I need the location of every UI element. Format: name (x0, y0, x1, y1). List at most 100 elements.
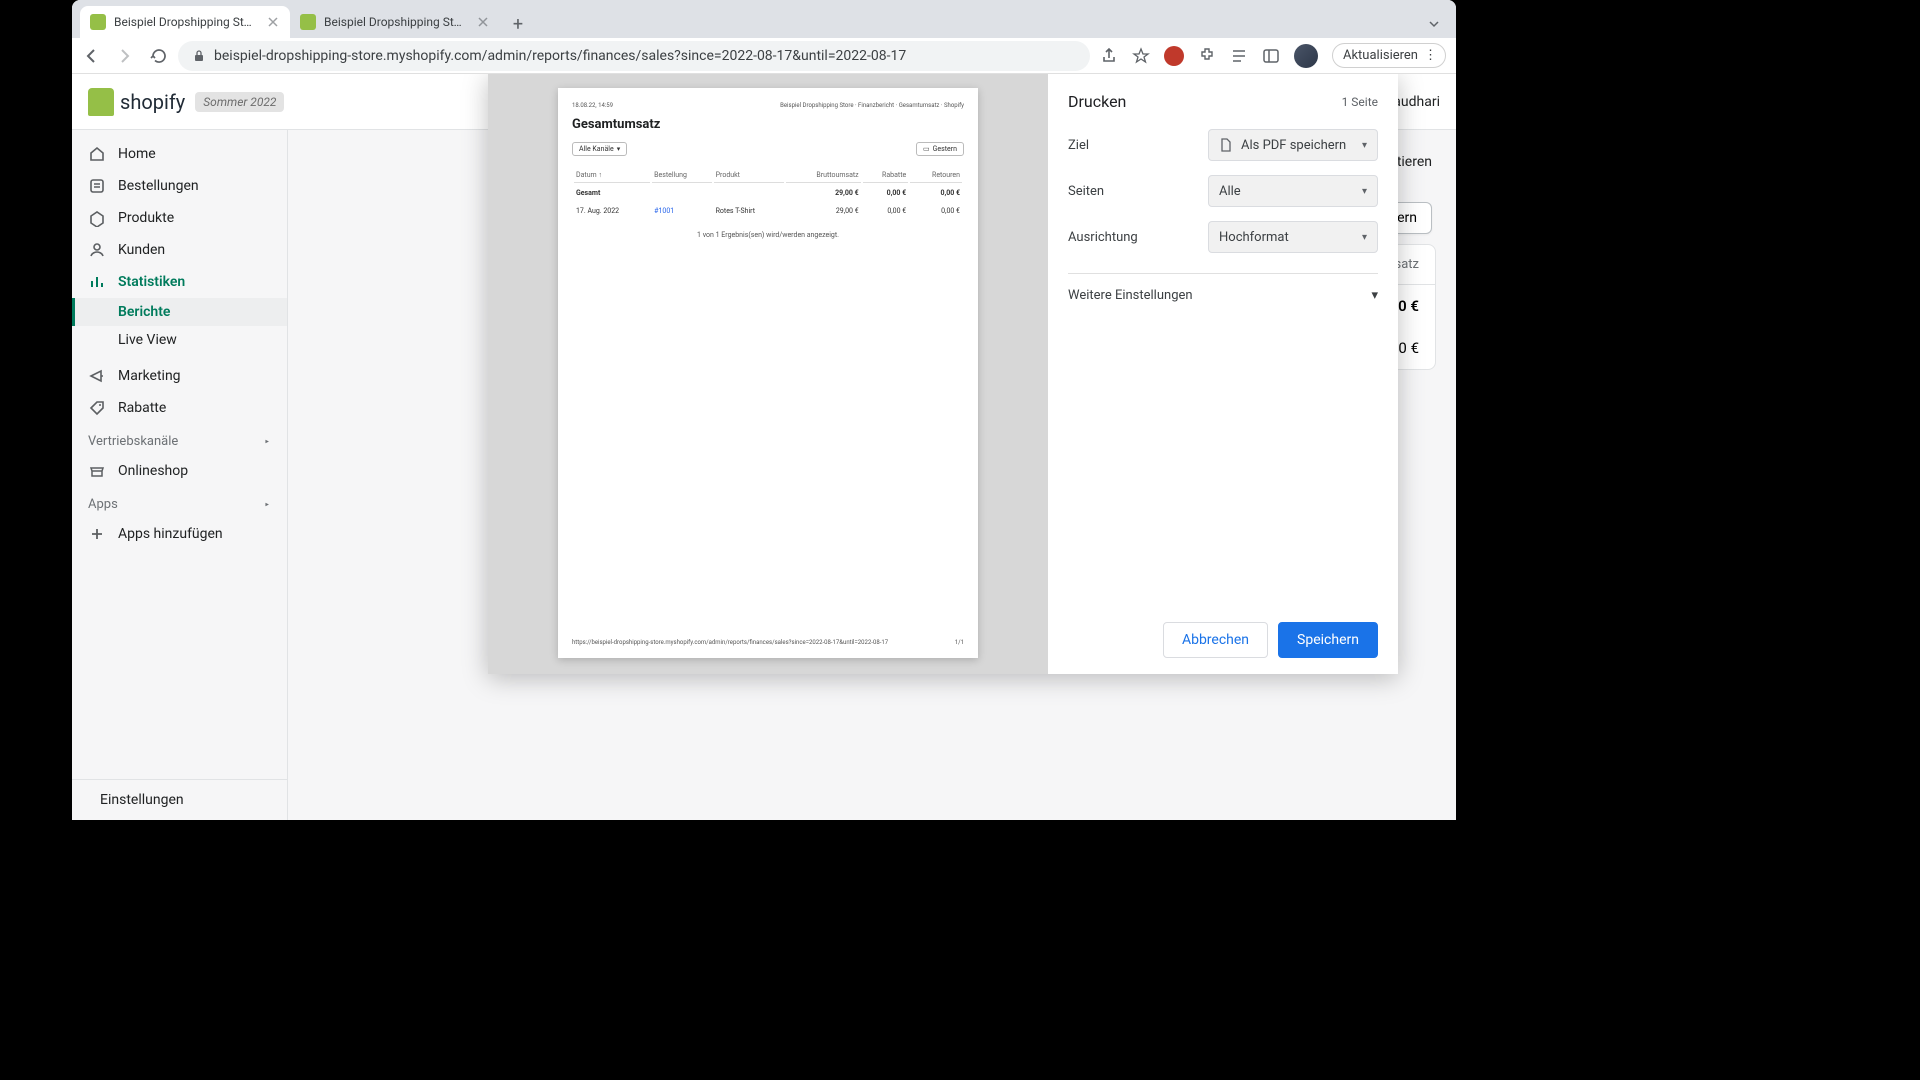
shopify-logo[interactable]: shopify (88, 88, 185, 116)
sidebar-item-addapps[interactable]: Apps hinzufügen (72, 518, 287, 550)
pv-td: 0,00 € (863, 185, 909, 201)
pv-td: #1001 (652, 203, 711, 219)
pv-th: Retouren (910, 168, 962, 183)
sidebar-item-label: Rabatte (118, 400, 166, 416)
analytics-icon (88, 273, 106, 291)
back-icon[interactable] (82, 47, 100, 65)
chevron-down-icon: ▾ (1362, 186, 1367, 197)
preview-timestamp: 18.08.22, 14:59 (572, 102, 613, 109)
pv-th: Produkt (714, 168, 784, 183)
browser-tab-bar: Beispiel Dropshipping Store · F Beispiel… (72, 0, 1456, 38)
print-dialog: 18.08.22, 14:59 Beispiel Dropshipping St… (488, 74, 1398, 674)
tabs-menu-icon[interactable] (1420, 10, 1448, 38)
reload-icon[interactable] (150, 47, 168, 65)
sidebar-item-customers[interactable]: Kunden (72, 234, 287, 266)
sidebar-item-products[interactable]: Produkte (72, 202, 287, 234)
pv-td: Rotes T-Shirt (714, 203, 784, 219)
section-label: Apps (88, 497, 118, 512)
document-icon (1219, 138, 1233, 152)
pages-select[interactable]: Alle ▾ (1208, 175, 1378, 207)
page-preview: 18.08.22, 14:59 Beispiel Dropshipping St… (558, 88, 978, 658)
dest-select[interactable]: Als PDF speichern ▾ (1208, 129, 1378, 161)
update-button[interactable]: Aktualisieren ⋮ (1332, 43, 1446, 68)
tab-title: Beispiel Dropshipping Store · F (114, 15, 258, 29)
preview-yesterday-chip: ▭ Gestern (916, 142, 964, 156)
forward-icon (116, 47, 134, 65)
save-button[interactable]: Speichern (1278, 622, 1378, 658)
share-icon[interactable] (1100, 47, 1118, 65)
more-settings-toggle[interactable]: Weitere Einstellungen ▾ (1068, 273, 1378, 317)
sidebar-section-channels: Vertriebskanäle ▾ (72, 424, 287, 455)
sidebar-item-marketing[interactable]: Marketing (72, 360, 287, 392)
page-count: 1 Seite (1342, 95, 1378, 109)
chevron-down-icon: ▾ (1362, 232, 1367, 243)
chevron-right-icon[interactable]: ▾ (264, 503, 272, 507)
pv-td: 0,00 € (910, 185, 962, 201)
chevron-down-icon: ▾ (1362, 140, 1367, 151)
preview-footer-url: https://beispiel-dropshipping-store.mysh… (572, 639, 888, 646)
sidebar-item-label: Home (118, 146, 156, 162)
pv-th: Rabatte (863, 168, 909, 183)
dest-label: Ziel (1068, 138, 1089, 153)
layout-label: Ausrichtung (1068, 230, 1138, 245)
onlinestore-icon (88, 462, 106, 480)
season-badge: Sommer 2022 (195, 92, 284, 112)
pv-th: Bruttoumsatz (786, 168, 861, 183)
sidebar-item-label: Produkte (118, 210, 174, 226)
pv-td: 29,00 € (786, 203, 861, 219)
address-input[interactable]: beispiel-dropshipping-store.myshopify.co… (178, 41, 1090, 71)
cancel-button[interactable]: Abbrechen (1163, 622, 1268, 658)
browser-tab-active[interactable]: Beispiel Dropshipping Store · F (80, 6, 290, 38)
extensions-icon[interactable] (1198, 47, 1216, 65)
marketing-icon (88, 367, 106, 385)
preview-footer-page: 1/1 (955, 639, 964, 646)
sidebar-item-orders[interactable]: Bestellungen (72, 170, 287, 202)
close-tab-icon[interactable] (476, 15, 490, 29)
tab-title: Beispiel Dropshipping Store (324, 15, 468, 29)
pv-td: Gesamt (574, 185, 650, 201)
ublock-icon[interactable] (1164, 46, 1184, 66)
print-options-pane: Drucken 1 Seite Ziel Als PDF speichern ▾… (1048, 74, 1398, 674)
shopify-favicon-icon (300, 14, 316, 30)
pv-td: 0,00 € (910, 203, 962, 219)
shopify-bag-icon (88, 88, 114, 116)
order-link: #1001 (654, 207, 674, 215)
sidebar-item-settings[interactable]: Einstellungen (72, 779, 287, 820)
sidebar-subitem-reports[interactable]: Berichte (72, 298, 287, 326)
more-settings-label: Weitere Einstellungen (1068, 288, 1193, 303)
reading-list-icon[interactable] (1230, 47, 1248, 65)
kebab-menu-icon[interactable]: ⋮ (1424, 48, 1435, 63)
plus-icon (88, 525, 106, 543)
sidebar: Home Bestellungen Produkte Kunden Statis… (72, 74, 288, 820)
sidebar-item-label: Einstellungen (100, 792, 184, 808)
browser-tab-inactive[interactable]: Beispiel Dropshipping Store (290, 6, 500, 38)
lock-icon (192, 49, 206, 63)
chevron-down-icon: ▾ (1371, 288, 1378, 303)
sidebar-item-home[interactable]: Home (72, 138, 287, 170)
sidebar-item-onlinestore[interactable]: Onlineshop (72, 455, 287, 487)
close-tab-icon[interactable] (266, 15, 280, 29)
brand-text: shopify (120, 90, 185, 114)
update-label: Aktualisieren (1343, 48, 1418, 63)
bookmark-star-icon[interactable] (1132, 47, 1150, 65)
pv-td: 0,00 € (863, 203, 909, 219)
new-tab-button[interactable]: + (504, 10, 532, 38)
sidebar-item-label: Statistiken (118, 274, 185, 290)
sidebar-item-label: Apps hinzufügen (118, 526, 223, 542)
sidepanel-icon[interactable] (1262, 47, 1280, 65)
products-icon (88, 209, 106, 227)
chevron-right-icon[interactable]: ▾ (264, 440, 272, 444)
dialog-title: Drucken (1068, 92, 1126, 111)
url-text: beispiel-dropshipping-store.myshopify.co… (214, 48, 906, 64)
sidebar-item-label: Kunden (118, 242, 165, 258)
sidebar-subitem-liveview[interactable]: Live View (72, 326, 287, 354)
pages-label: Seiten (1068, 184, 1104, 199)
profile-avatar[interactable] (1294, 44, 1318, 68)
preview-channels-chip: Alle Kanäle ▾ (572, 142, 627, 156)
dest-value: Als PDF speichern (1241, 138, 1346, 153)
sidebar-item-discounts[interactable]: Rabatte (72, 392, 287, 424)
layout-select[interactable]: Hochformat ▾ (1208, 221, 1378, 253)
preview-count-note: 1 von 1 Ergebnis(sen) wird/werden angeze… (572, 231, 964, 239)
sidebar-item-analytics[interactable]: Statistiken (72, 266, 287, 298)
sidebar-item-label: Onlineshop (118, 463, 188, 479)
